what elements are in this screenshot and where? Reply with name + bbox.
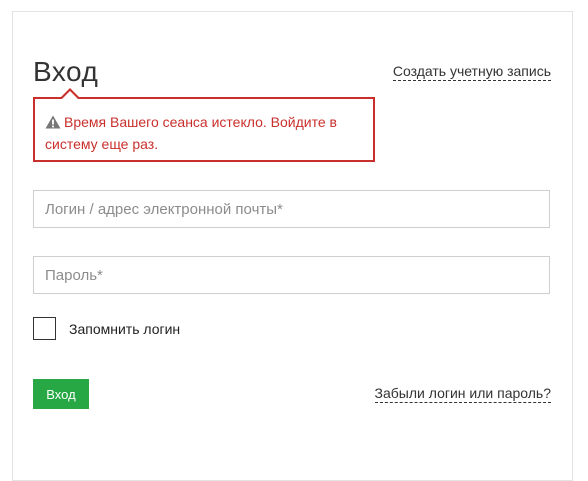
page-title: Вход [33,56,99,87]
remember-login-label: Запомнить логин [69,321,181,337]
session-expired-alert: Время Вашего сеанса истекло. Войдите в с… [33,88,375,162]
alert-message: Время Вашего сеанса истекло. Войдите в с… [45,114,337,152]
login-button[interactable]: Вход [33,379,89,409]
login-input[interactable] [33,190,550,228]
warning-icon [45,113,61,129]
forgot-credentials-link[interactable]: Забыли логин или пароль? [374,385,551,403]
password-input[interactable] [33,256,550,294]
alert-pointer [60,88,80,99]
create-account-link[interactable]: Создать учетную запись [392,63,551,81]
remember-login-checkbox[interactable] [33,317,56,340]
